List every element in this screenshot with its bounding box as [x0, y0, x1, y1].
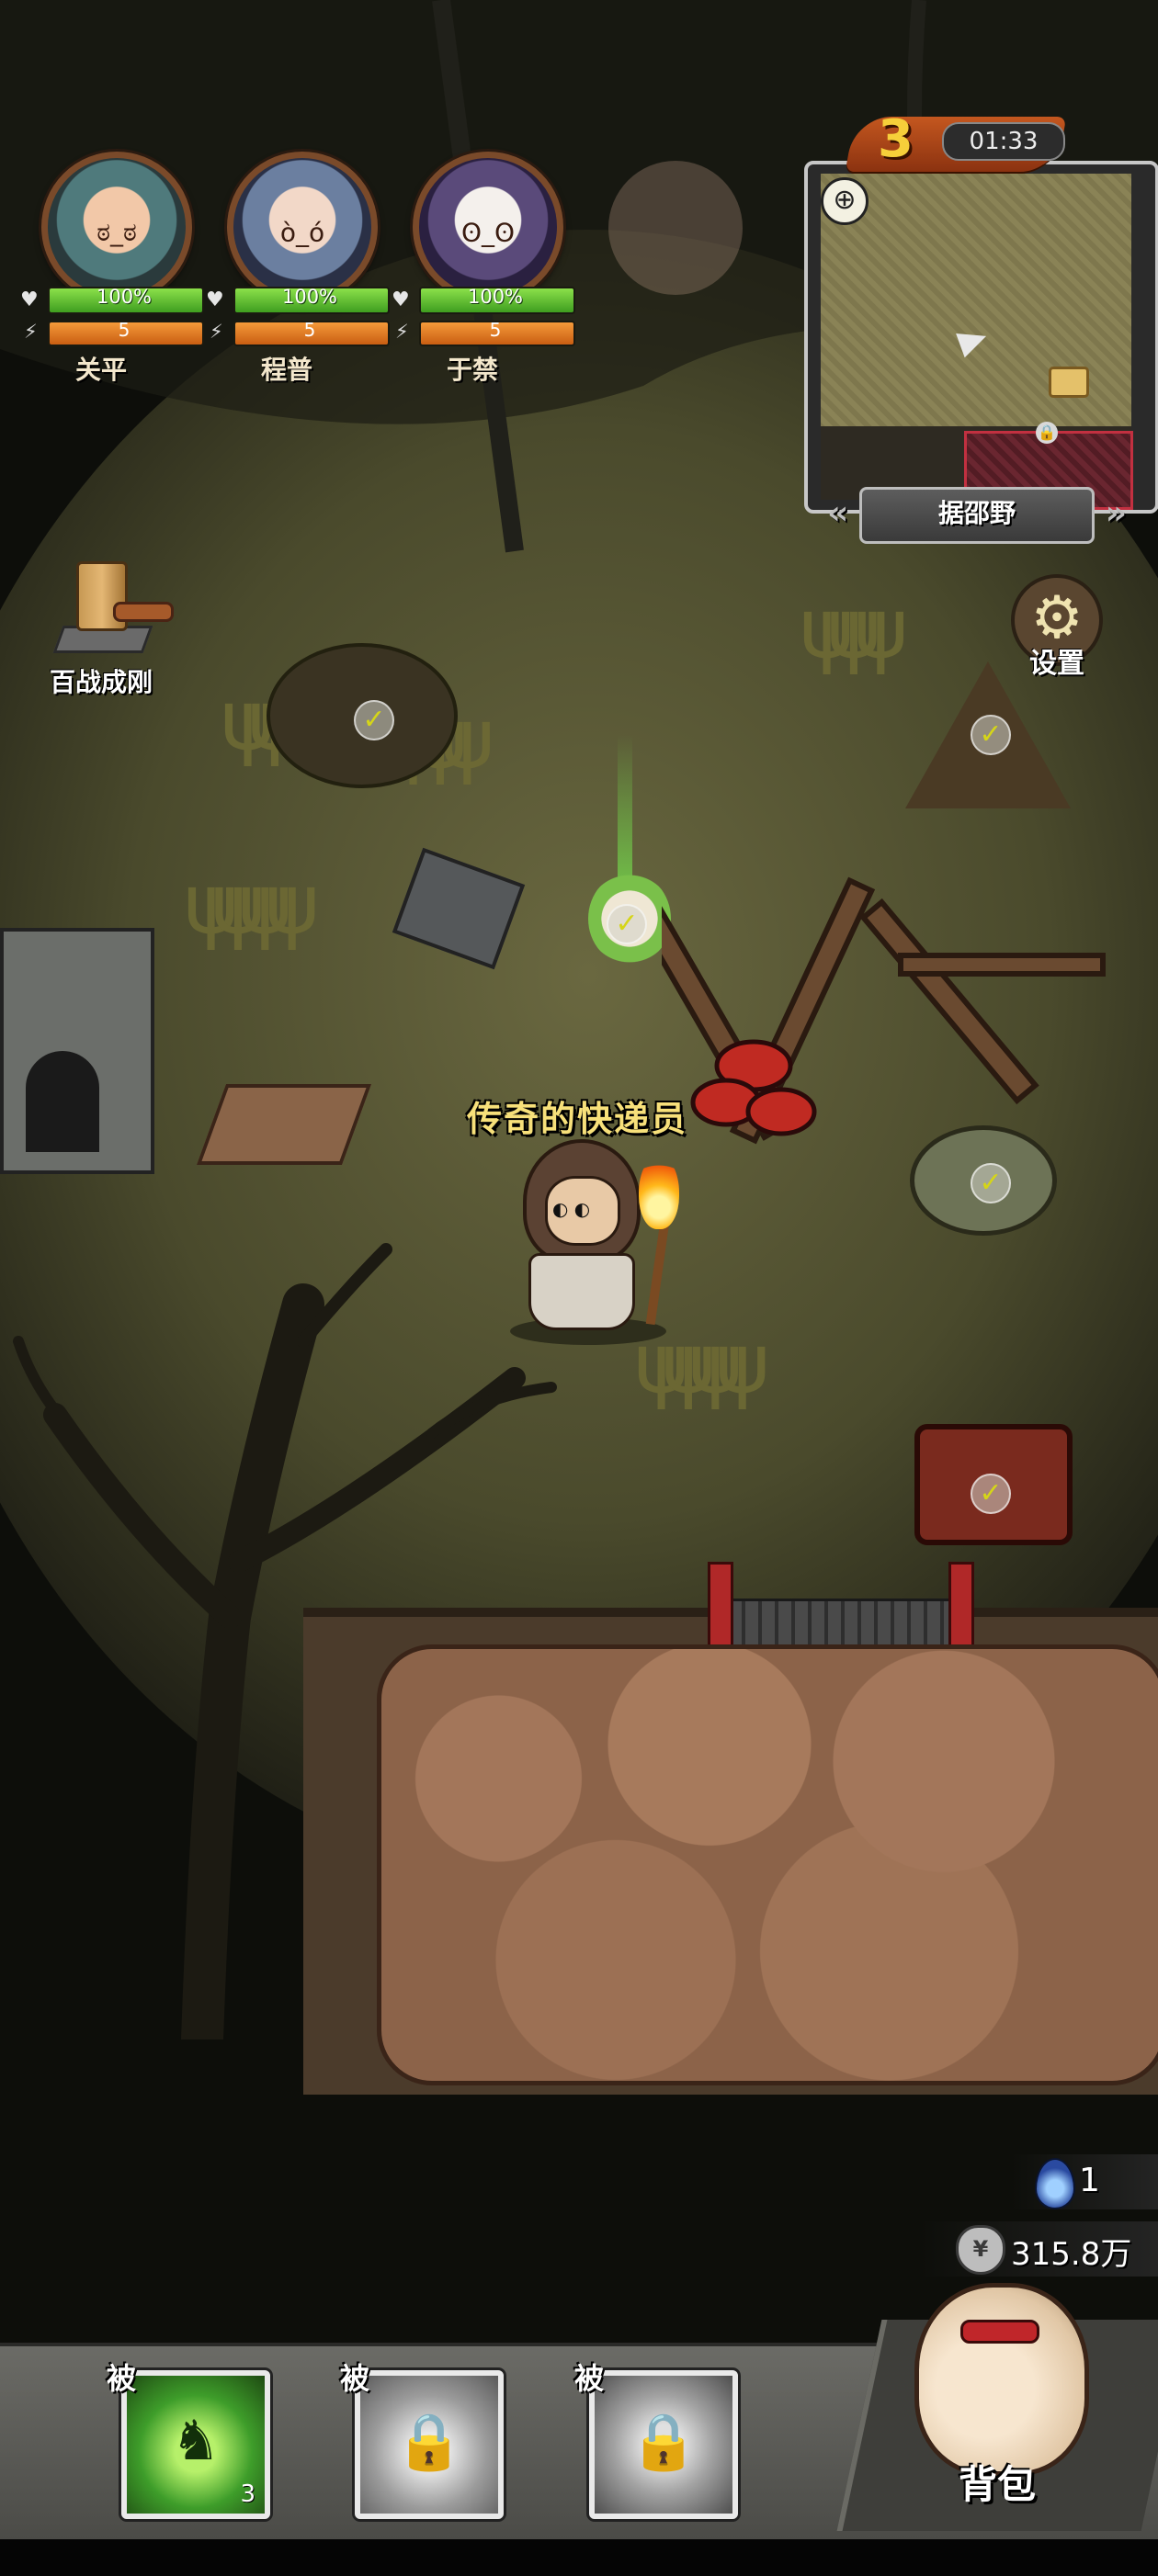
- hero-face-icon: ò_ó: [279, 217, 325, 248]
- checked-icon: ✓: [354, 700, 394, 740]
- skill-icon-frame: ♞ 3: [121, 2370, 270, 2519]
- chest-icon: [1049, 367, 1089, 398]
- lock-icon: 🔒: [1036, 422, 1058, 444]
- torch-flame-icon: [639, 1156, 679, 1229]
- backpack-label: 背包: [958, 2462, 1036, 2507]
- passive-tag: 被: [107, 2361, 137, 2396]
- hp-bar: ♥ 100%: [392, 285, 575, 314]
- scroll-left-icon: «: [827, 494, 849, 532]
- settings-label: 设置: [1029, 648, 1084, 680]
- hero-name: 于禁: [446, 355, 498, 385]
- bag-ribbon: [960, 2320, 1039, 2344]
- passive-skill-slot-locked[interactable]: 被 🔒: [574, 2359, 738, 2520]
- hammer-icon: [41, 556, 174, 657]
- passive-skill-slot[interactable]: 被 ♞ 3: [107, 2359, 270, 2520]
- area-name: 据邵野: [937, 498, 1016, 528]
- scroll-right-icon: »: [1105, 494, 1127, 532]
- energy-text: 5: [118, 319, 131, 341]
- backpack-icon: [914, 2283, 1089, 2476]
- hero-face-icon: ಠ_ಠ: [96, 217, 137, 247]
- timer: 01:33: [942, 122, 1065, 161]
- zoom-in-icon[interactable]: ⊕: [821, 177, 868, 225]
- energy-bar: ⚡ 5: [392, 319, 575, 346]
- lightning-icon: ⚡: [210, 321, 223, 343]
- money-bag-icon: ¥: [956, 2225, 1005, 2275]
- heart-icon: ♥: [392, 288, 410, 311]
- heart-icon: ♥: [206, 288, 224, 311]
- passive-tag: 被: [574, 2361, 605, 2396]
- hero-face-icon: ʘ_ʘ: [460, 217, 516, 248]
- torch-handle: [645, 1214, 671, 1326]
- area-name-banner: « 据邵野 »: [827, 487, 1127, 544]
- backpack-button[interactable]: 背包: [836, 2283, 1158, 2531]
- lightning-icon: ⚡: [24, 321, 38, 343]
- checked-icon: ✓: [971, 715, 1011, 755]
- coin-value: 315.8万: [1011, 2236, 1132, 2273]
- skill-icon-frame: 🔒: [355, 2370, 504, 2519]
- level-number: 3: [878, 109, 914, 169]
- hero-name: 关平: [74, 355, 127, 385]
- broken-sign[interactable]: [196, 1084, 372, 1165]
- hammer-tool-label: 百战成刚: [49, 667, 153, 697]
- settings-button[interactable]: ⚙ 设置: [1006, 574, 1107, 681]
- checked-icon: ✓: [971, 1163, 1011, 1203]
- minimap[interactable]: 🔒 ⊕ 3 01:33 « 据邵野 »: [804, 109, 1158, 544]
- lightning-icon: ⚡: [395, 321, 409, 343]
- hp-text: 100%: [281, 286, 338, 308]
- checked-icon: ✓: [607, 904, 647, 944]
- grass-tuft: ψψψψ: [184, 856, 320, 953]
- fog-of-war-clouds: [377, 1644, 1158, 2085]
- hammer-tool-button[interactable]: 百战成刚: [28, 556, 175, 699]
- hp-bar: ♥ 100%: [20, 285, 204, 314]
- hp-text: 100%: [96, 286, 153, 308]
- heart-icon: ♥: [20, 288, 39, 311]
- passive-tag: 被: [340, 2361, 370, 2396]
- gem-counter: 1: [993, 2154, 1158, 2209]
- hero-portrait[interactable]: ʘ_ʘ: [413, 152, 563, 302]
- warrior-silhouette-icon: ♞: [171, 2409, 221, 2473]
- lock-icon: 🔒: [394, 2410, 464, 2474]
- energy-bar: ⚡ 5: [206, 319, 390, 346]
- energy-bar: ⚡ 5: [20, 319, 204, 346]
- hp-text: 100%: [467, 286, 524, 308]
- skill-count: 3: [240, 2480, 255, 2508]
- energy-text: 5: [303, 319, 316, 341]
- hero-portrait[interactable]: ò_ó: [227, 152, 378, 302]
- shrine-door: [26, 1051, 99, 1152]
- hero-portrait[interactable]: ಠ_ಠ: [41, 152, 192, 302]
- shrine[interactable]: [0, 928, 154, 1174]
- grass-tuft: ψψψ: [800, 581, 908, 677]
- player-title: 传奇的快递员: [467, 1099, 688, 1139]
- coin-counter: ¥ 315.8万: [919, 2221, 1158, 2277]
- skill-icon-frame: 🔒: [589, 2370, 738, 2519]
- checked-icon: ✓: [971, 1474, 1011, 1514]
- player-eyes: ◐ ◐: [552, 1198, 591, 1220]
- minimap-frame: 🔒 ⊕: [804, 161, 1158, 514]
- energy-text: 5: [489, 319, 502, 341]
- hidden-action-button[interactable]: [608, 161, 743, 295]
- gem-value: 1: [1079, 2162, 1100, 2199]
- hp-bar: ♥ 100%: [206, 285, 390, 314]
- lock-icon: 🔒: [629, 2410, 698, 2474]
- wrecked-cart[interactable]: [662, 854, 1140, 1203]
- level-badge: 3 01:33: [845, 104, 1126, 175]
- passive-skill-slot-locked[interactable]: 被 🔒: [340, 2359, 504, 2520]
- hero-name: 程普: [260, 355, 312, 385]
